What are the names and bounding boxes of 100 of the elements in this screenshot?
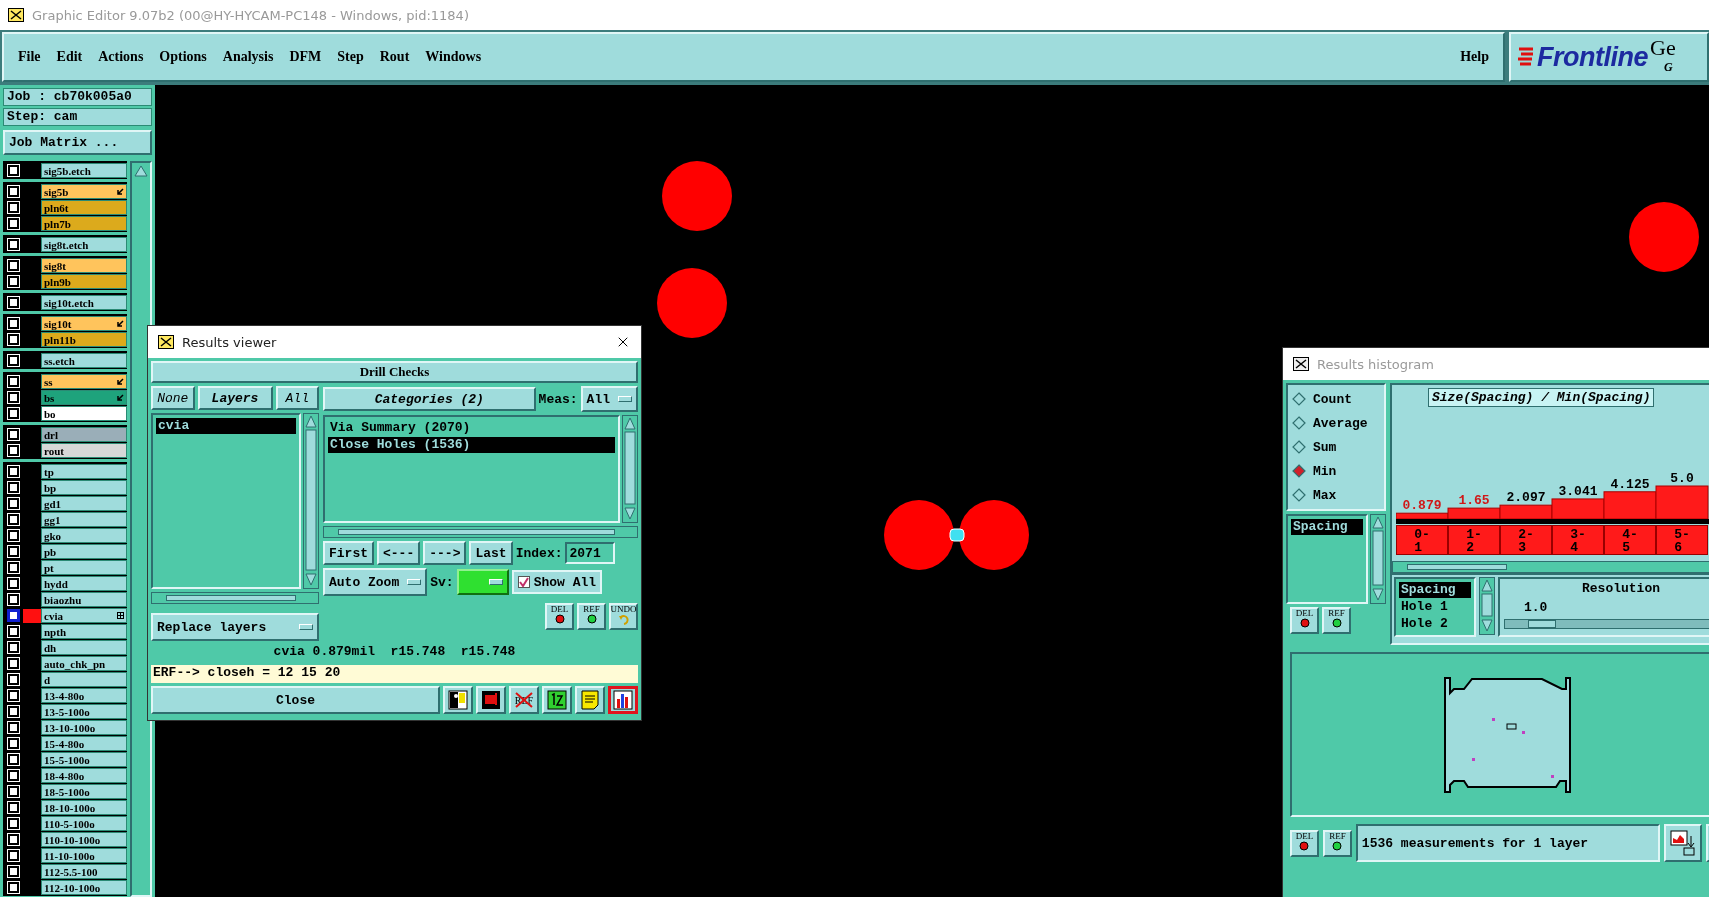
- layer-checkbox[interactable]: [8, 392, 19, 403]
- layer-row[interactable]: ss: [41, 374, 127, 389]
- replace-layers-dropdown[interactable]: Replace layers: [151, 613, 319, 641]
- field-item[interactable]: Hole 1: [1399, 599, 1471, 615]
- layer-row[interactable]: 18-5-100o: [41, 784, 127, 799]
- layer-checkbox[interactable]: [8, 376, 19, 387]
- layer-filter-button[interactable]: All: [275, 386, 319, 410]
- layer-checkbox[interactable]: [8, 334, 19, 345]
- layer-checkbox[interactable]: [8, 218, 19, 229]
- layer-row[interactable]: 15-5-100o: [41, 752, 127, 767]
- layer-row[interactable]: sig10t: [41, 316, 127, 331]
- layer-checkbox[interactable]: [8, 297, 19, 308]
- field-item[interactable]: Hole 2: [1399, 616, 1471, 632]
- vertical-scrollbar[interactable]: [130, 161, 152, 897]
- layer-row[interactable]: ss.etch: [41, 353, 127, 368]
- export-button[interactable]: [1664, 824, 1702, 862]
- sv-color-dropdown[interactable]: [456, 569, 509, 595]
- action-button[interactable]: [443, 686, 473, 714]
- layer-row[interactable]: biaozhu: [41, 592, 127, 607]
- layer-row[interactable]: pb: [41, 544, 127, 559]
- layer-row[interactable]: sig5b: [41, 184, 127, 199]
- menu-item[interactable]: Windows: [417, 49, 490, 65]
- layer-checkbox[interactable]: [8, 834, 19, 845]
- tool-button[interactable]: REF: [1322, 607, 1351, 634]
- layer-checkbox[interactable]: [8, 546, 19, 557]
- layer-checkbox[interactable]: [8, 408, 19, 419]
- show-all-checkbox[interactable]: Show All: [511, 570, 603, 594]
- layer-row[interactable]: drl: [41, 427, 127, 442]
- layer-row[interactable]: 112-10-100o: [41, 880, 127, 895]
- layer-row[interactable]: 110-5-100o: [41, 816, 127, 831]
- layer-filter-button[interactable]: None: [151, 386, 195, 410]
- layer-row[interactable]: gg1: [41, 512, 127, 527]
- vertical-scrollbar[interactable]: [622, 415, 638, 523]
- layer-row[interactable]: bo: [41, 406, 127, 421]
- layer-row[interactable]: tp: [41, 464, 127, 479]
- layer-checkbox[interactable]: [8, 610, 19, 621]
- layer-checkbox[interactable]: [8, 186, 19, 197]
- layer-checkbox[interactable]: [8, 658, 19, 669]
- layer-row[interactable]: pt: [41, 560, 127, 575]
- layer-checkbox[interactable]: [8, 754, 19, 765]
- layer-checkbox[interactable]: [8, 802, 19, 813]
- category-item[interactable]: Close Holes (1536): [328, 437, 615, 453]
- radio-button[interactable]: [1292, 488, 1306, 502]
- layer-row[interactable]: 13-4-80o: [41, 688, 127, 703]
- layer-row[interactable]: rout: [41, 443, 127, 458]
- nav-button[interactable]: <---: [377, 541, 421, 565]
- layer-checkbox[interactable]: [8, 818, 19, 829]
- tool-button[interactable]: DEL: [1290, 607, 1319, 634]
- layer-checkbox[interactable]: [8, 466, 19, 477]
- nav-button[interactable]: First: [323, 541, 374, 565]
- layer-checkbox[interactable]: [8, 690, 19, 701]
- field-item[interactable]: Spacing: [1399, 582, 1471, 598]
- layer-row[interactable]: sig8t.etch: [41, 237, 127, 252]
- layer-row[interactable]: bp: [41, 480, 127, 495]
- layer-checkbox[interactable]: [8, 642, 19, 653]
- radio-button[interactable]: [1292, 416, 1306, 430]
- horizontal-scrollbar[interactable]: [1392, 561, 1709, 573]
- layer-row[interactable]: pln7b: [41, 216, 127, 231]
- job-matrix-button[interactable]: Job Matrix ...: [3, 130, 152, 155]
- layer-checkbox[interactable]: [8, 562, 19, 573]
- layer-checkbox[interactable]: [8, 850, 19, 861]
- category-item[interactable]: Via Summary (2070): [328, 420, 615, 436]
- layer-checkbox[interactable]: [8, 530, 19, 541]
- slider-thumb[interactable]: [1528, 620, 1557, 628]
- layer-row[interactable]: dh: [41, 640, 127, 655]
- horizontal-scrollbar[interactable]: [323, 526, 638, 538]
- zoom-mode-dropdown[interactable]: Auto Zoom: [323, 568, 428, 596]
- layer-row[interactable]: 18-4-80o: [41, 768, 127, 783]
- tool-button[interactable]: UNDO: [609, 603, 638, 630]
- layer-checkbox[interactable]: [8, 722, 19, 733]
- layer-row[interactable]: 11-10-100o: [41, 848, 127, 863]
- vertical-scrollbar[interactable]: [1479, 577, 1495, 635]
- layer-checkbox[interactable]: [8, 276, 19, 287]
- layer-checkbox[interactable]: [8, 514, 19, 525]
- layer-checkbox[interactable]: [8, 866, 19, 877]
- layer-row[interactable]: pln11b: [41, 332, 127, 347]
- layer-row[interactable]: 112-5.5-100: [41, 864, 127, 879]
- radio-button[interactable]: [1292, 392, 1306, 406]
- layer-checkbox[interactable]: [8, 482, 19, 493]
- action-button[interactable]: [542, 686, 572, 714]
- layer-checkbox[interactable]: [8, 165, 19, 176]
- tool-button[interactable]: DEL: [1290, 829, 1319, 857]
- layer-checkbox[interactable]: [8, 882, 19, 893]
- menu-item[interactable]: Actions: [90, 49, 152, 65]
- menu-item[interactable]: File: [10, 49, 49, 65]
- layer-row[interactable]: cvia: [41, 608, 127, 623]
- tool-button[interactable]: DEL: [545, 603, 574, 630]
- layer-row[interactable]: sig5b.etch: [41, 163, 127, 178]
- layer-list-item[interactable]: cvia: [156, 418, 296, 434]
- menu-item[interactable]: Analysis: [214, 49, 282, 65]
- layer-checkbox[interactable]: [8, 445, 19, 456]
- layer-checkbox[interactable]: [8, 429, 19, 440]
- vertical-scrollbar[interactable]: [1370, 514, 1386, 604]
- action-button[interactable]: [608, 686, 638, 714]
- layer-checkbox[interactable]: [8, 318, 19, 329]
- layer-row[interactable]: hydd: [41, 576, 127, 591]
- layer-checkbox[interactable]: [8, 355, 19, 366]
- layer-checkbox[interactable]: [8, 626, 19, 637]
- layer-row[interactable]: 13-5-100o: [41, 704, 127, 719]
- menu-item[interactable]: Step: [329, 49, 372, 65]
